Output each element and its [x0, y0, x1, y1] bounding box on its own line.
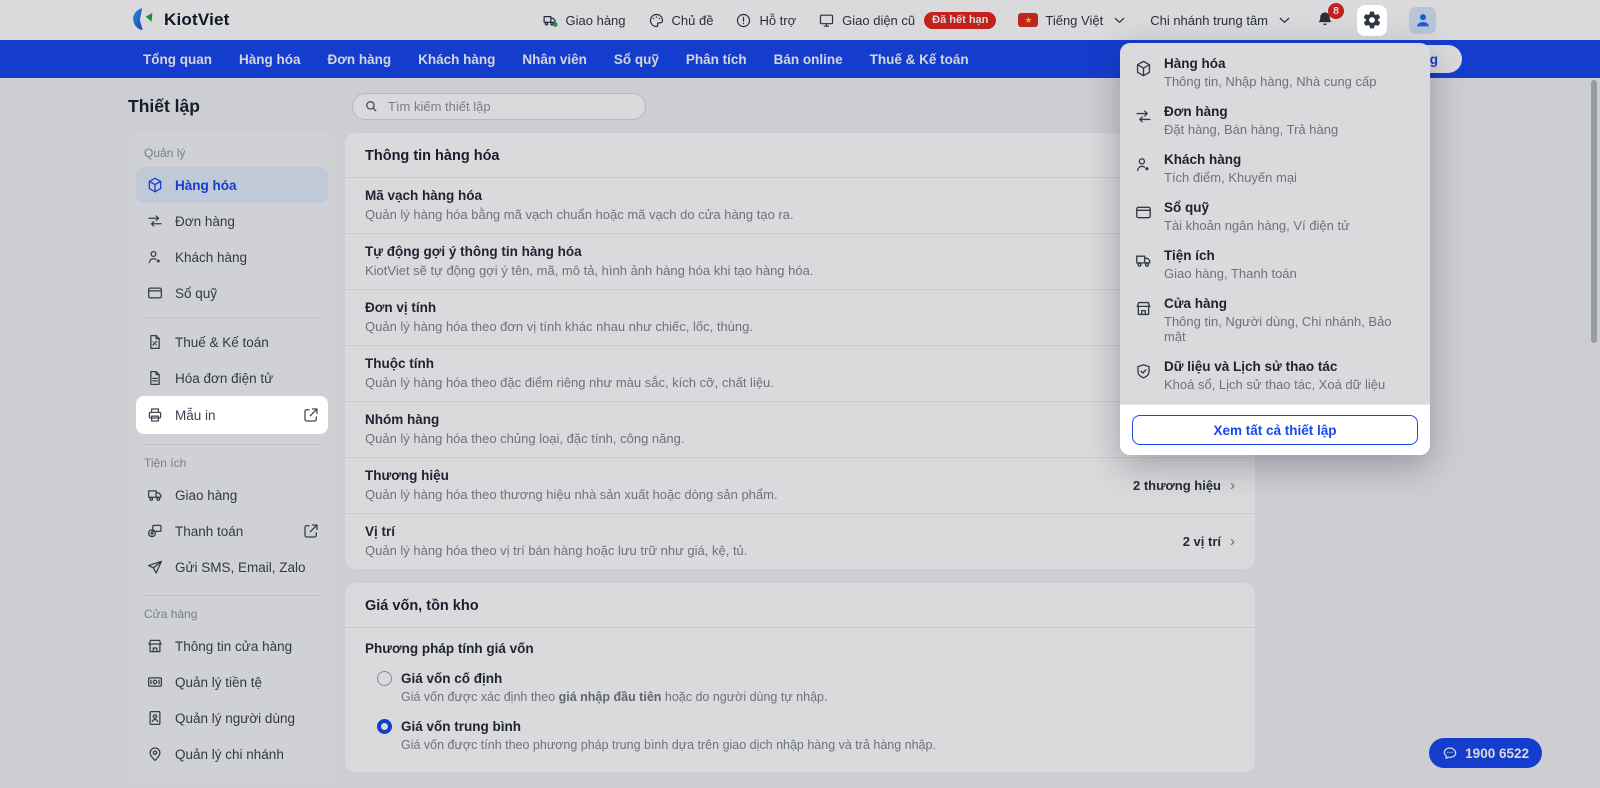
dropdown-footer: Xem tất cả thiết lập: [1120, 404, 1430, 455]
sidebar-item-printer[interactable]: Mẫu in: [136, 396, 328, 434]
gear-icon: [1362, 10, 1382, 30]
dim-overlay: [0, 0, 1600, 788]
app-root: KiotViet Giao hàng Chủ đề Hỗ trợ Giao diện …: [0, 0, 1600, 788]
sidebar-item-label: Mẫu in: [175, 407, 216, 423]
view-all-settings-button[interactable]: Xem tất cả thiết lập: [1132, 415, 1418, 445]
external-link-icon: [302, 406, 320, 424]
settings-gear-button[interactable]: [1357, 4, 1387, 36]
printer-icon: [146, 406, 164, 424]
